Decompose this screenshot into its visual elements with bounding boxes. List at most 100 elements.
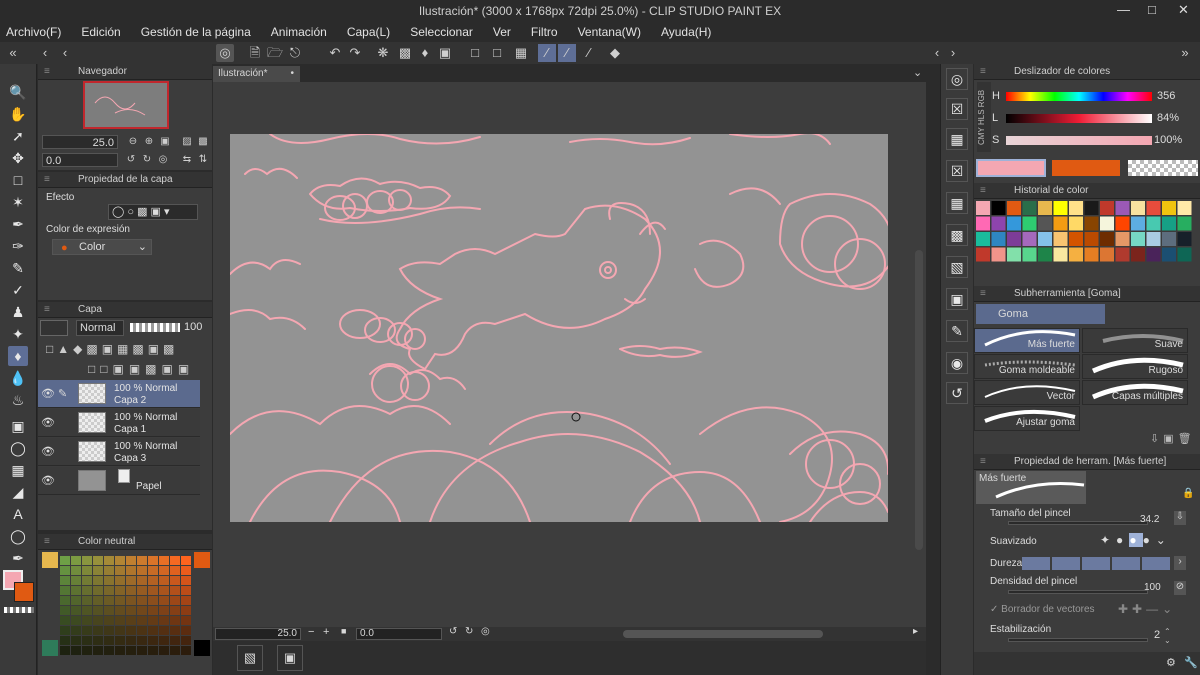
color-set-swatch[interactable] [60,636,70,645]
reset-rotation-icon[interactable]: ◎ [481,626,490,637]
color-history-swatch[interactable] [976,201,990,215]
color-set-swatch[interactable] [126,606,136,615]
sub-color-swatch[interactable] [14,582,34,602]
color-set-swatch[interactable] [170,636,180,645]
stabilization-slider[interactable] [1008,638,1148,642]
color-set-swatch[interactable] [148,566,158,575]
density-slider[interactable] [1008,590,1148,594]
zoom-in-icon[interactable]: + [323,626,329,638]
transform-icon[interactable]: ▣ [436,44,454,62]
color-set-swatch[interactable] [42,640,58,656]
color-history-swatch[interactable] [1131,232,1145,246]
color-set-swatch[interactable] [93,646,103,655]
redo-icon[interactable]: ↷ [346,44,364,62]
color-history-swatch[interactable] [1162,247,1176,262]
navigator-angle-field[interactable]: 0.0 [42,153,118,167]
fill-icon[interactable]: ♨ [8,390,28,410]
color-set-swatch[interactable] [159,576,169,585]
operation-icon[interactable]: ➚ [8,126,28,146]
color-set-swatch[interactable] [42,552,58,568]
color-set-swatch[interactable] [170,606,180,615]
layer-tool-row-2[interactable]: □□▣▣▩▣▣ [88,362,194,376]
expand-right-icon[interactable]: » [1176,44,1194,62]
correct-line-icon[interactable]: ✒ [8,548,28,568]
color-set-swatch[interactable] [115,596,125,605]
blend-icon[interactable]: 💧 [8,368,28,388]
color-set-swatch[interactable] [60,616,70,625]
color-set-swatch[interactable] [126,646,136,655]
color-set-swatch[interactable] [93,606,103,615]
vertical-scrollbar[interactable] [915,250,923,550]
chevron-left-icon[interactable]: ‹ [56,44,74,62]
color-set-swatch[interactable] [159,616,169,625]
color-history-swatch[interactable] [1162,201,1176,215]
gradient-icon[interactable]: ▣ [8,416,28,436]
color-history-swatch[interactable] [1131,247,1145,262]
color-history-swatch[interactable] [1131,216,1145,231]
menu-view[interactable]: Ver [493,25,511,39]
color-set-swatch[interactable] [137,596,147,605]
snap-ruler-icon[interactable]: ∕ [538,44,556,62]
color-set-swatch[interactable] [137,586,147,595]
color-set-swatch[interactable] [93,626,103,635]
color-history-swatch[interactable] [1007,201,1021,215]
subtool-group-tab[interactable]: Goma [976,304,1105,324]
zoom-icon[interactable]: 🔍 [8,82,28,102]
color-history-swatch[interactable] [991,232,1006,246]
mode-cmy[interactable]: CMY [977,127,986,145]
color-set-swatch[interactable] [104,626,114,635]
color-set-swatch[interactable] [159,556,169,565]
color-set-swatch[interactable] [60,606,70,615]
balloon-icon[interactable]: ◯ [8,526,28,546]
color-set-swatch[interactable] [181,646,191,655]
camera-icon[interactable]: ◉ [946,352,968,374]
color-history-swatch[interactable] [991,216,1006,231]
material-icon[interactable]: ▩ [946,224,968,246]
color-set-swatch[interactable] [148,606,158,615]
frame-border-icon[interactable]: ▦ [8,460,28,480]
color-set-swatch[interactable] [181,576,191,585]
tool-preset-preview[interactable]: Más fuerte [976,471,1086,504]
color-set-swatch[interactable] [181,586,191,595]
color-set-swatch[interactable] [126,596,136,605]
color-set-swatch[interactable] [60,586,70,595]
lightness-slider[interactable] [1006,114,1152,123]
eyedropper-icon[interactable]: ✒ [8,214,28,234]
show-grid-icon[interactable]: ▦ [512,44,530,62]
color-set-swatch[interactable] [148,586,158,595]
fit-window-icon[interactable]: ▩ [194,133,212,151]
menu-select[interactable]: Seleccionar [410,25,473,39]
color-history-swatch[interactable] [1115,247,1130,262]
page-manager-icon[interactable]: ▧ [237,645,263,671]
color-history-swatch[interactable] [1177,201,1192,215]
color-history-swatch[interactable] [1146,247,1161,262]
menu-file[interactable]: Archivo(F) [6,25,61,39]
layer-row[interactable]: 👁 100 % Normal Capa 3 [38,438,200,466]
color-set-swatch[interactable] [60,626,70,635]
color-history-swatch[interactable] [1162,216,1176,231]
color-set-swatch[interactable] [159,636,169,645]
saturation-slider[interactable] [1006,136,1152,145]
color-history-swatch[interactable] [1146,201,1161,215]
rotate-left-icon[interactable]: ↺ [449,626,457,637]
color-set-icon[interactable]: ▦ [946,128,968,150]
lock-icon[interactable]: 🔒 [1182,488,1194,499]
menu-page[interactable]: Gestión de la página [141,25,251,39]
close-icon[interactable]: ☒ [946,160,968,182]
approximate-color-icon[interactable]: ▦ [946,192,968,214]
color-set-swatch[interactable] [194,640,210,656]
brush-item[interactable]: Goma moldeable [974,354,1080,379]
chevron-right-icon[interactable]: › [944,44,962,62]
chevron-right-icon[interactable]: › [1174,556,1186,570]
color-history-swatch[interactable] [1007,232,1021,246]
brush-item[interactable]: Rugoso [1082,354,1188,379]
color-history-swatch[interactable] [1084,216,1099,231]
crop-icon[interactable]: □ [488,44,506,62]
brush-size-slider[interactable] [1008,521,1148,525]
color-history-swatch[interactable] [1146,232,1161,246]
new-file-icon[interactable]: 🗎 [246,44,264,62]
hue-slider[interactable] [1006,92,1152,101]
close-tab-icon[interactable]: • [290,66,294,82]
snap-grid-icon[interactable]: ∕ [580,44,598,62]
color-set-swatch[interactable] [170,566,180,575]
